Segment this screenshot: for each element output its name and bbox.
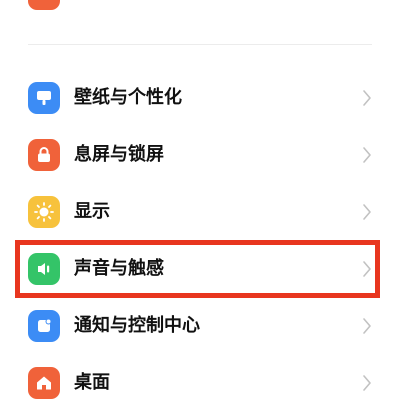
settings-item-label: 显示 xyxy=(74,201,110,222)
home-icon xyxy=(28,367,60,399)
chevron-right-icon xyxy=(362,89,372,107)
settings-item-label: 通知与控制中心 xyxy=(74,315,200,336)
chevron-right-icon xyxy=(362,203,372,221)
settings-item-display[interactable]: 显示 xyxy=(0,184,400,241)
settings-item-label: 息屏与锁屏 xyxy=(74,144,164,165)
section-divider xyxy=(28,44,372,45)
settings-item-desktop[interactable]: 桌面 xyxy=(0,355,400,412)
chevron-right-icon xyxy=(362,317,372,335)
wallpaper-icon xyxy=(28,82,60,114)
settings-item-label: 声音与触感 xyxy=(74,258,164,279)
settings-item-notifications[interactable]: 通知与控制中心 xyxy=(0,298,400,355)
settings-list: 壁纸与个性化 息屏与锁屏 显示 声音与触感 通知与控制中心 桌面 xyxy=(0,70,400,412)
chevron-right-icon xyxy=(362,374,372,392)
settings-item-wallpaper[interactable]: 壁纸与个性化 xyxy=(0,70,400,127)
partial-app-icon xyxy=(28,0,60,10)
sun-icon xyxy=(28,196,60,228)
notification-icon xyxy=(28,310,60,342)
lock-icon xyxy=(28,139,60,171)
speaker-icon xyxy=(28,253,60,285)
settings-item-label: 桌面 xyxy=(74,372,110,393)
settings-item-lockscreen[interactable]: 息屏与锁屏 xyxy=(0,127,400,184)
chevron-right-icon xyxy=(362,260,372,278)
chevron-right-icon xyxy=(362,146,372,164)
settings-item-label: 壁纸与个性化 xyxy=(74,87,182,108)
settings-item-sound[interactable]: 声音与触感 xyxy=(0,241,400,298)
